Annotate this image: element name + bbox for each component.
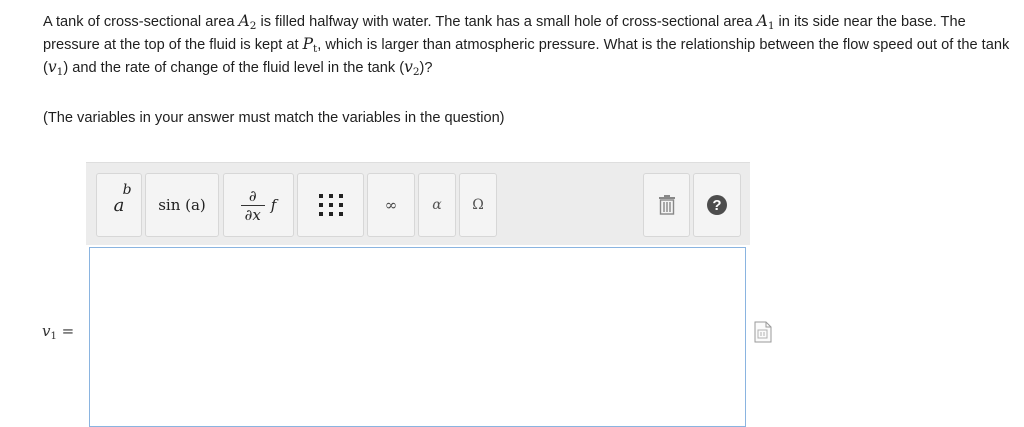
answer-label: v1 = xyxy=(42,322,75,342)
trash-icon xyxy=(658,195,675,215)
var-v2: v2 xyxy=(404,58,420,78)
math-toolbar: ab sin (a) ∂ ∂x f ∞ α Ω ? xyxy=(86,162,750,245)
sin-button[interactable]: sin (a) xyxy=(145,173,219,237)
question-part: ) and the rate of change of the fluid le… xyxy=(63,60,405,76)
power-icon: ab xyxy=(113,181,132,216)
var-v1: v1 xyxy=(47,58,64,78)
function-symbol: f xyxy=(270,196,277,214)
var-A1: A1 xyxy=(756,12,775,32)
question-part: )? xyxy=(419,60,433,76)
question-part: A tank of cross-sectional area xyxy=(43,14,239,30)
question-part: is filled halfway with water. The tank h… xyxy=(256,14,757,30)
document-icon[interactable] xyxy=(753,321,773,343)
power-button[interactable]: ab xyxy=(96,173,142,237)
variables-note: (The variables in your answer must match… xyxy=(43,110,505,126)
infinity-icon: ∞ xyxy=(384,196,398,214)
omega-button[interactable]: Ω xyxy=(459,173,497,237)
matrix-button[interactable] xyxy=(297,173,364,237)
help-icon: ? xyxy=(707,195,727,215)
sin-icon: sin (a) xyxy=(158,196,206,214)
help-button[interactable]: ? xyxy=(693,173,741,237)
var-A2: A2 xyxy=(238,12,257,32)
matrix-icon xyxy=(318,194,343,216)
omega-icon: Ω xyxy=(472,197,484,213)
derivative-icon: ∂ ∂x xyxy=(240,188,265,223)
question-text: A tank of cross-sectional area A2 is fil… xyxy=(43,10,1023,79)
var-Pt: Pt xyxy=(302,35,318,55)
derivative-button[interactable]: ∂ ∂x f xyxy=(223,173,294,237)
infinity-button[interactable]: ∞ xyxy=(367,173,415,237)
alpha-button[interactable]: α xyxy=(418,173,456,237)
answer-input[interactable] xyxy=(89,247,746,427)
alpha-icon: α xyxy=(432,197,442,213)
delete-button[interactable] xyxy=(643,173,690,237)
